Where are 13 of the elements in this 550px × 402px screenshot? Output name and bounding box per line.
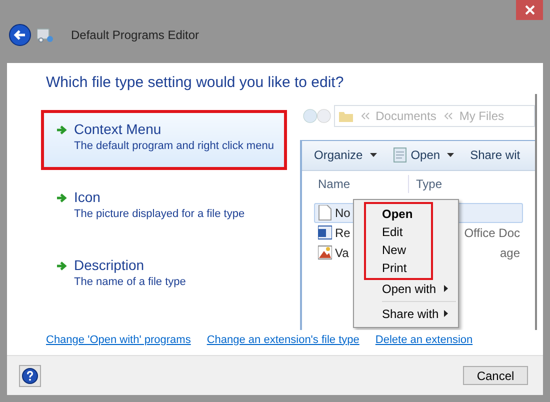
option-description: The default program and right click menu [74,138,274,152]
file-name: No [335,204,350,222]
file-name: Va [335,244,349,262]
option-description: The picture displayed for a file type [74,206,245,220]
option-title: Icon [74,188,100,206]
option-title: Context Menu [74,120,162,138]
file-name: Re [335,224,350,242]
option-description: The name of a file type [74,274,186,288]
file-type: age [500,244,520,262]
window-title: Default Programs Editor [71,27,200,44]
heading: Which file type setting would you like to edit? [46,73,345,93]
file-type: Office Doc [464,224,520,242]
option-title: Description [74,256,144,274]
